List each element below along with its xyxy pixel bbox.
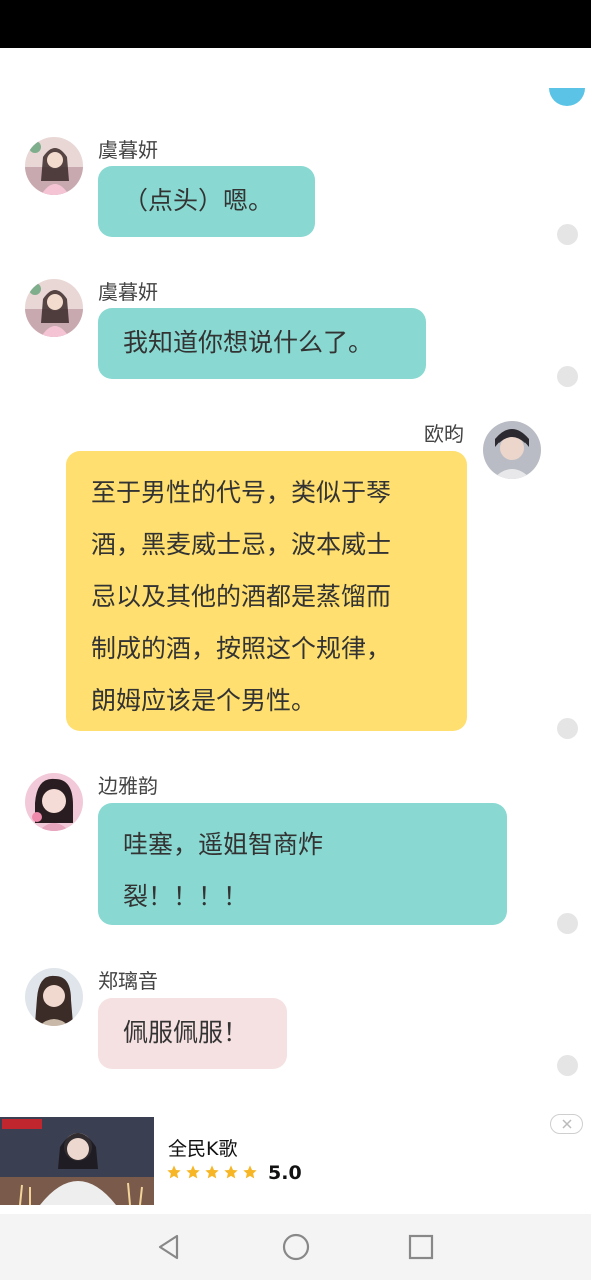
navigation-bar [0,1214,591,1280]
home-circle-icon[interactable] [281,1232,311,1262]
close-icon[interactable] [550,1114,583,1134]
chat-area[interactable]: 虞暮妍 （点头）嗯。 虞暮妍 我知道你想说什么了。 欧昀 至于男性的代号，类似于… [0,48,591,1116]
rating-value: 5.0 [268,1162,302,1184]
message-text: 佩服佩服！ [123,1018,249,1047]
message-status-dot [557,366,578,387]
message-bubble[interactable]: 佩服佩服！ [98,998,287,1069]
message-status-dot [557,224,578,245]
message-text: 裂！！！！ [123,882,249,911]
sender-name: 虞暮妍 [98,138,158,162]
message-text: 哇塞，遥姐智商炸 [123,830,324,859]
message-bubble[interactable]: （点头）嗯。 [98,166,315,237]
star-icon [186,1165,200,1179]
message-text: 酒，黑麦威士忌，波本威士 [91,530,392,559]
message-text: 朗姆应该是个男性。 [91,686,317,715]
message-bubble[interactable]: 我知道你想说什么了。 [98,308,426,379]
ad-banner[interactable]: 全民K歌 5.0 [0,1114,591,1214]
rating-stars [166,1164,258,1184]
message-text: 忌以及其他的酒都是蒸馏而 [91,582,392,611]
message-text: 制成的酒，按照这个规律， [91,634,392,663]
star-icon [243,1165,257,1179]
message-status-dot [557,1055,578,1076]
message-status-dot [557,718,578,739]
avatar-zheng-liyin[interactable] [25,968,83,1026]
star-icon [167,1165,181,1179]
star-icon [205,1165,219,1179]
message-bubble[interactable]: 哇塞，遥姐智商炸 裂！！！！ [98,803,507,925]
sender-name: 欧昀 [424,422,464,446]
star-icon [224,1165,238,1179]
scroll-top-button[interactable] [549,88,585,106]
message-text: 至于男性的代号，类似于琴 [91,478,392,507]
message-text: 我知道你想说什么了。 [123,328,374,357]
avatar-yu-muyan[interactable] [25,137,83,195]
message-bubble[interactable]: 至于男性的代号，类似于琴 酒，黑麦威士忌，波本威士 忌以及其他的酒都是蒸馏而 制… [66,451,467,731]
sender-name: 边雅韵 [98,774,158,798]
message-text: （点头）嗯。 [123,186,274,215]
sender-name: 虞暮妍 [98,280,158,304]
recents-square-icon[interactable] [406,1232,436,1262]
avatar-yu-muyan[interactable] [25,279,83,337]
status-bar [0,0,591,48]
avatar-bian-yayun[interactable] [25,773,83,831]
sender-name: 郑璃音 [98,969,158,993]
ad-app-name[interactable]: 全民K歌 [168,1134,237,1161]
back-triangle-icon[interactable] [154,1232,184,1262]
avatar-ou-yun[interactable] [483,421,541,479]
ad-thumbnail[interactable] [0,1117,154,1205]
message-status-dot [557,913,578,934]
